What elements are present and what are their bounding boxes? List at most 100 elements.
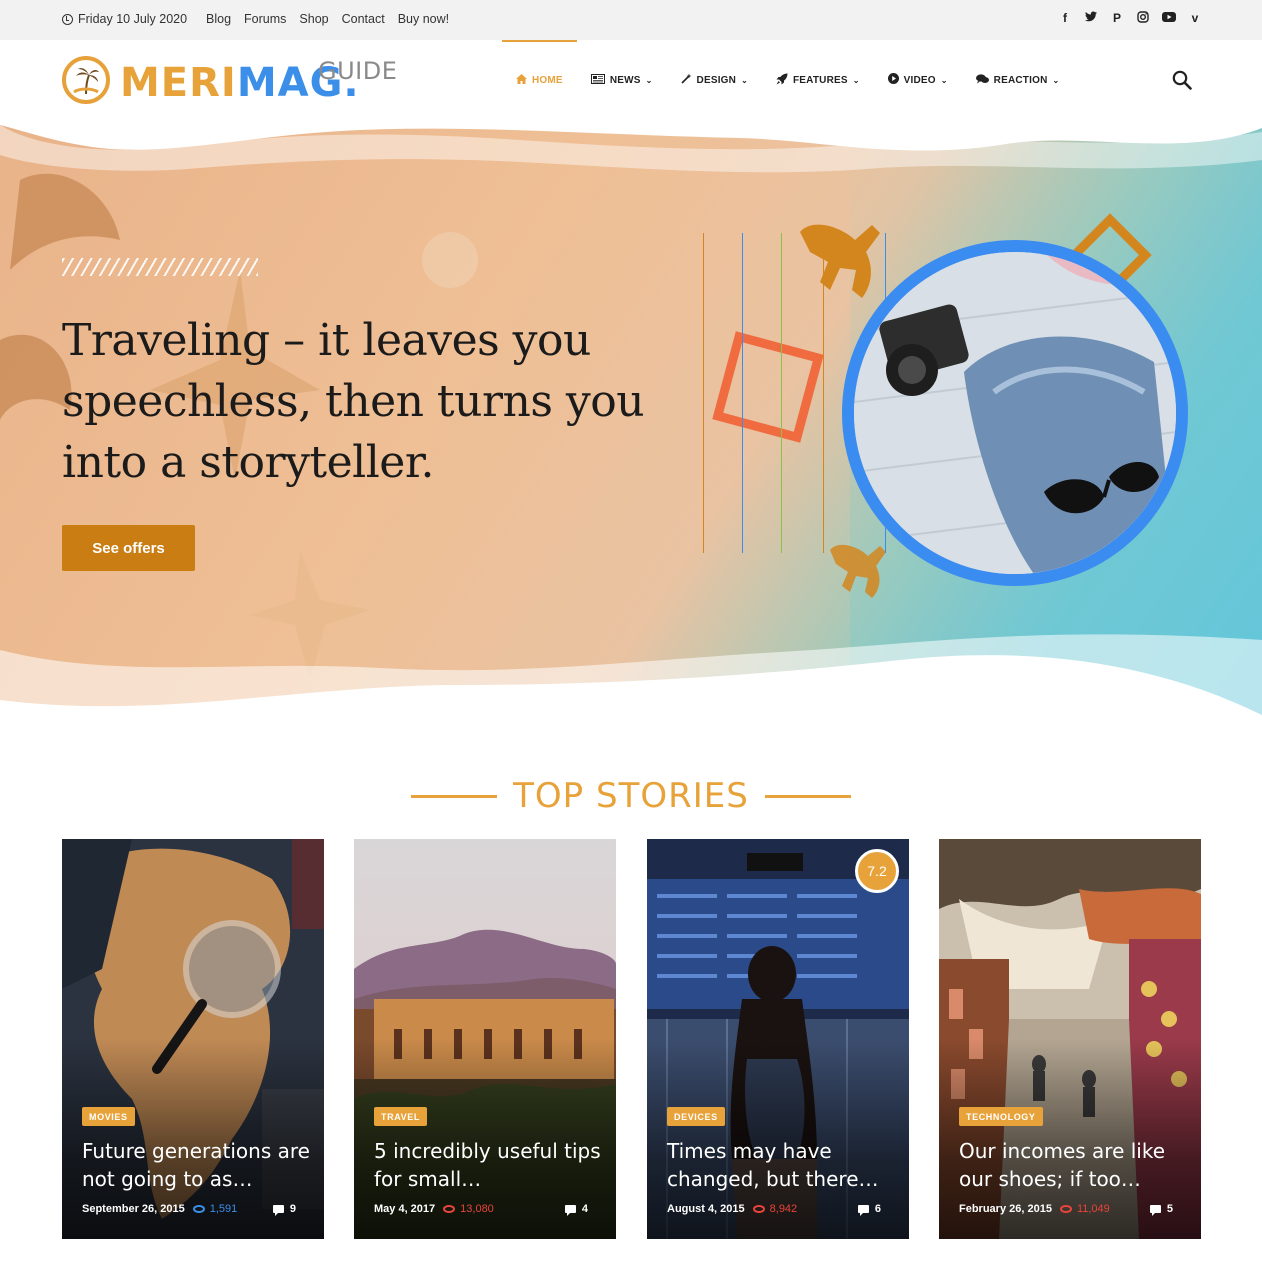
top-link-buy-now[interactable]: Buy now! (398, 12, 449, 26)
palm-logo-icon (62, 56, 110, 104)
top-link-blog[interactable]: Blog (206, 12, 231, 26)
nav-design[interactable]: Design ⌄ (667, 40, 762, 120)
stripe-decoration (62, 258, 258, 276)
eye-icon (752, 1205, 765, 1213)
nav-home[interactable]: Home (502, 40, 577, 120)
top-links: Blog Forums Shop Contact Buy now! (206, 12, 449, 26)
comment-count[interactable]: 6 (857, 1203, 881, 1216)
view-count: 1,591 (192, 1203, 238, 1215)
comments-value: 6 (874, 1203, 881, 1215)
story-title[interactable]: 5 incredibly useful tips for small… (374, 1137, 604, 1193)
review-score: 7.2 (855, 849, 899, 893)
comment-icon (272, 1205, 284, 1216)
views-value: 11,049 (1076, 1203, 1110, 1215)
view-count: 13,080 (443, 1203, 494, 1215)
story-card[interactable]: TRAVEL 5 incredibly useful tips for smal… (354, 839, 616, 1239)
site-logo[interactable]: MERIMAG. GUIDE (62, 54, 402, 106)
story-title[interactable]: Future generations are not going to as… (82, 1137, 312, 1193)
story-meta: September 26, 2015 1,591 9 (82, 1203, 296, 1216)
newspaper-icon (590, 73, 605, 87)
top-bar: Friday 10 July 2020 Blog Forums Shop Con… (0, 0, 1262, 40)
views-value: 13,080 (460, 1203, 494, 1215)
top-link-forums[interactable]: Forums (244, 12, 286, 26)
story-meta: February 26, 2015 11,049 5 (959, 1203, 1173, 1216)
story-cards: MOVIES Future generations are not going … (62, 839, 1202, 1239)
chevron-down-icon: ⌄ (1052, 75, 1060, 85)
comment-icon (857, 1205, 869, 1216)
nav-video[interactable]: Video ⌄ (874, 40, 962, 120)
category-badge[interactable]: TRAVEL (374, 1107, 427, 1126)
story-card[interactable]: MOVIES Future generations are not going … (62, 839, 324, 1239)
decor-line (781, 233, 782, 553)
decor-line (742, 233, 743, 553)
top-link-shop[interactable]: Shop (299, 12, 328, 26)
chevron-down-icon: ⌄ (741, 75, 748, 85)
category-badge[interactable]: TECHNOLOGY (959, 1107, 1043, 1126)
nav-news[interactable]: News ⌄ (577, 40, 667, 120)
site-header: MERIMAG. GUIDE Home News ⌄ Design ⌄ (0, 40, 1262, 120)
main-nav: Home News ⌄ Design ⌄ Features ⌄ (502, 40, 1073, 120)
story-title[interactable]: Times may have changed, but there… (667, 1137, 897, 1193)
date-text: Friday 10 July 2020 (78, 12, 188, 26)
comments-value: 5 (1166, 1203, 1173, 1215)
section-title: TOP STORIES (513, 776, 749, 816)
nav-features[interactable]: Features ⌄ (762, 40, 874, 120)
nav-reaction[interactable]: Reaction ⌄ (962, 40, 1074, 120)
search-icon[interactable] (1172, 70, 1192, 90)
nav-reaction-label: Reaction (993, 74, 1048, 86)
comments-icon (975, 73, 989, 87)
comment-count[interactable]: 4 (564, 1203, 588, 1216)
comments-value: 9 (289, 1203, 296, 1215)
view-count: 11,049 (1059, 1203, 1110, 1215)
facebook-icon[interactable]: f (1058, 11, 1072, 26)
current-date: Friday 10 July 2020 (62, 12, 187, 26)
hero-title: Traveling – it leaves you speechless, th… (62, 315, 645, 488)
hero-image (842, 240, 1188, 586)
views-value: 1,591 (209, 1203, 238, 1215)
instagram-icon[interactable] (1136, 11, 1150, 26)
top-stories-heading: TOP STORIES (0, 776, 1262, 816)
top-link-contact[interactable]: Contact (342, 12, 385, 26)
nav-video-label: Video (903, 74, 936, 86)
comments-value: 4 (581, 1203, 588, 1215)
divider (764, 794, 851, 798)
rocket-icon (776, 73, 788, 88)
nav-design-label: Design (696, 74, 737, 86)
story-date: May 4, 2017 (374, 1203, 436, 1215)
see-offers-button[interactable]: See offers (62, 525, 195, 571)
story-meta: August 4, 2015 8,942 6 (667, 1203, 881, 1216)
social-links: f P v (1058, 11, 1202, 26)
magic-wand-icon (680, 73, 692, 87)
hero-banner: Traveling – it leaves you speechless, th… (0, 120, 1262, 720)
divider (411, 794, 498, 798)
twitter-icon[interactable] (1084, 11, 1098, 26)
story-card[interactable]: 7.2 DEVICES Times may have changed, but … (647, 839, 909, 1239)
comment-count[interactable]: 5 (1149, 1203, 1173, 1216)
view-count: 8,942 (752, 1203, 798, 1215)
pinterest-icon[interactable]: P (1110, 11, 1124, 26)
story-date: February 26, 2015 (959, 1203, 1052, 1215)
logo-guide: GUIDE (318, 57, 398, 85)
eye-icon (443, 1205, 456, 1213)
category-badge[interactable]: DEVICES (667, 1107, 725, 1126)
chevron-down-icon: ⌄ (852, 75, 860, 85)
youtube-icon[interactable] (1162, 11, 1176, 26)
story-date: August 4, 2015 (667, 1203, 745, 1215)
vimeo-icon[interactable]: v (1188, 11, 1202, 26)
eye-icon (1059, 1205, 1072, 1213)
story-card[interactable]: TECHNOLOGY Our incomes are like our shoe… (939, 839, 1201, 1239)
eye-icon (192, 1205, 205, 1213)
decor-line (823, 233, 824, 553)
category-badge[interactable]: MOVIES (82, 1107, 135, 1126)
comment-count[interactable]: 9 (272, 1203, 296, 1216)
nav-news-label: News (609, 74, 641, 86)
home-icon (516, 73, 527, 87)
play-icon (887, 73, 899, 87)
chevron-down-icon: ⌄ (940, 75, 948, 85)
nav-features-label: Features (792, 74, 848, 86)
story-title[interactable]: Our incomes are like our shoes; if too… (959, 1137, 1189, 1193)
chevron-down-icon: ⌄ (645, 75, 653, 85)
views-value: 8,942 (769, 1203, 798, 1215)
comment-icon (564, 1205, 576, 1216)
clock-icon (62, 13, 73, 25)
